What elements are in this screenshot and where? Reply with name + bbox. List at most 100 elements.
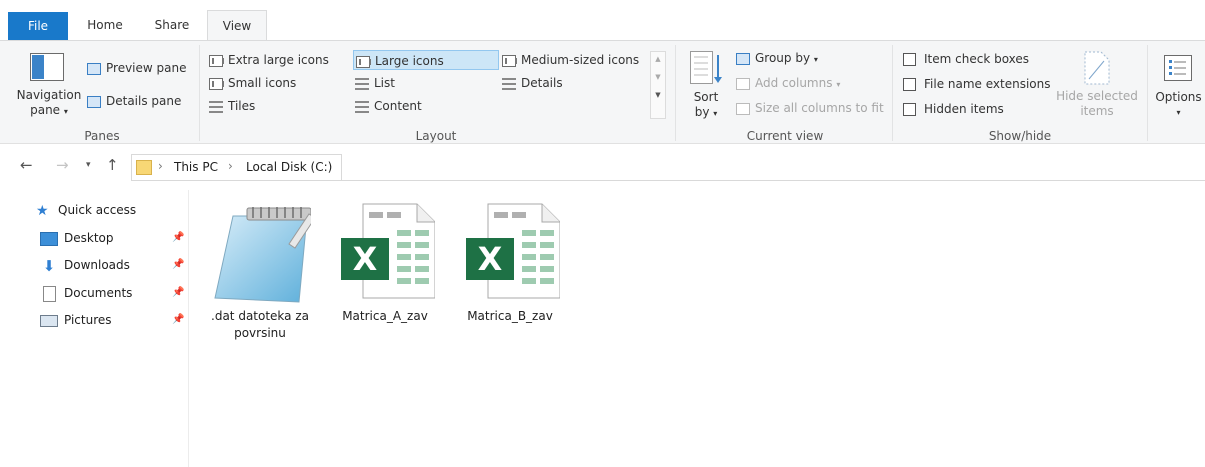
nav-item-documents[interactable]: Documents: [40, 281, 132, 305]
details-label: Details: [521, 76, 563, 90]
large-icons-icon: [356, 55, 371, 68]
quick-access-label: Quick access: [58, 203, 137, 217]
back-arrow-icon[interactable]: ←: [20, 156, 33, 174]
details-pane-icon: [87, 95, 101, 108]
layout-tiles[interactable]: Tiles: [207, 96, 255, 116]
tab-file[interactable]: File: [8, 12, 68, 40]
file-item[interactable]: X Matrica_A_zav: [330, 196, 440, 346]
ribbon-tab-bar: File Home Share View: [0, 0, 1205, 41]
details-pane-button[interactable]: Details pane: [87, 91, 181, 111]
file-name-line: .dat datoteka za: [211, 309, 309, 323]
details-view-icon: [502, 77, 516, 90]
hide-selected-label-2: items: [1080, 104, 1114, 118]
add-columns-icon: [736, 77, 750, 90]
layout-group-label: Layout: [415, 129, 457, 143]
add-columns-label: Add columns: [755, 76, 833, 90]
nav-item-pictures[interactable]: Pictures: [40, 308, 112, 332]
pictures-icon: [40, 314, 58, 327]
content-label: Content: [374, 99, 422, 113]
recent-locations-chevron-icon[interactable]: ▾: [86, 160, 91, 170]
file-name-extensions-toggle[interactable]: File name extensions: [903, 74, 1051, 94]
medium-icons-icon: [502, 54, 517, 67]
nav-item-desktop[interactable]: Desktop: [40, 226, 114, 250]
forward-arrow-icon[interactable]: →: [56, 156, 69, 174]
hidden-items-toggle[interactable]: Hidden items: [903, 99, 1004, 119]
file-name: Matrica_B_zav: [467, 309, 553, 323]
item-check-boxes-toggle[interactable]: Item check boxes: [903, 49, 1029, 69]
pin-icon[interactable]: 📌: [172, 287, 184, 298]
layout-gallery-scroller[interactable]: ▲ ▼ ▼: [650, 51, 666, 119]
tab-share[interactable]: Share: [146, 10, 198, 40]
group-by-button[interactable]: Group by ▾: [736, 48, 818, 68]
layout-list[interactable]: List: [355, 73, 395, 93]
gallery-expand-icon[interactable]: ▼: [651, 91, 665, 99]
file-name-extensions-checkbox[interactable]: [903, 78, 916, 91]
desktop-icon: [40, 231, 58, 246]
chevron-down-icon: ▾: [713, 109, 718, 118]
extra-large-icons-icon: [209, 54, 224, 67]
tab-home[interactable]: Home: [80, 10, 130, 40]
size-all-columns-button[interactable]: Size all columns to fit: [736, 98, 884, 118]
size-columns-icon: [736, 102, 750, 115]
layout-content[interactable]: Content: [355, 96, 422, 116]
address-bar-extension: [342, 154, 1205, 181]
scroll-up-icon[interactable]: ▲: [651, 55, 665, 63]
layout-extra-large-icons[interactable]: Extra large icons: [207, 50, 351, 70]
details-pane-label: Details pane: [106, 94, 182, 108]
breadcrumb-chevron-icon[interactable]: ›: [228, 159, 233, 173]
hide-selected-label: Hide selected: [1056, 89, 1138, 103]
hide-selected-items-button[interactable]: Hide selected items: [1054, 89, 1140, 121]
size-all-columns-label: Size all columns to fit: [755, 101, 884, 115]
download-arrow-icon: ⬇: [42, 256, 56, 275]
navigation-pane-label: Navigation: [16, 88, 82, 102]
show-hide-group-label: Show/hide: [988, 129, 1052, 143]
add-columns-button[interactable]: Add columns ▾: [736, 73, 840, 93]
group-separator: [675, 45, 676, 141]
preview-pane-icon: [87, 62, 101, 75]
address-bar-row: ← → ▾ ↑ › This PC › Local Disk (C:): [0, 146, 1205, 186]
item-check-boxes-checkbox[interactable]: [903, 53, 916, 66]
up-arrow-icon[interactable]: ↑: [106, 156, 119, 174]
breadcrumb-this-pc[interactable]: This PC: [174, 160, 218, 174]
star-icon: ★: [36, 202, 49, 219]
nav-quick-access[interactable]: ★ Quick access: [36, 198, 136, 222]
small-icons-icon: [209, 77, 224, 90]
document-icon: [43, 285, 56, 302]
options-button[interactable]: Options ▾: [1152, 90, 1205, 122]
group-by-icon: [736, 52, 750, 65]
sort-by-button[interactable]: Sort by ▾: [688, 90, 724, 122]
nav-item-downloads[interactable]: ⬇ Downloads: [40, 253, 130, 277]
layout-large-icons[interactable]: Large icons: [353, 50, 499, 70]
layout-details[interactable]: Details: [502, 73, 563, 93]
excel-icon: X: [335, 202, 436, 305]
file-item[interactable]: X Matrica_B_zav: [455, 196, 565, 346]
hidden-items-checkbox[interactable]: [903, 103, 916, 116]
breadcrumb-local-disk[interactable]: Local Disk (C:): [246, 160, 332, 174]
scroll-down-icon[interactable]: ▼: [651, 73, 665, 81]
tiles-label: Tiles: [228, 99, 256, 113]
options-icon: [1164, 55, 1192, 84]
excel-icon: X: [460, 202, 561, 305]
pin-icon[interactable]: 📌: [172, 314, 184, 325]
preview-pane-button[interactable]: Preview pane: [87, 58, 186, 78]
navigation-pane-button[interactable]: Navigation pane ▾: [16, 88, 82, 120]
breadcrumb-chevron-icon[interactable]: ›: [158, 159, 163, 173]
panes-group-label: Panes: [84, 129, 120, 143]
preview-pane-label: Preview pane: [106, 61, 187, 75]
layout-medium-icons[interactable]: Medium-sized icons: [500, 50, 648, 70]
sort-by-icon: [690, 51, 724, 88]
navigation-pane-icon: [30, 53, 64, 84]
pin-icon[interactable]: 📌: [172, 232, 184, 243]
chevron-down-icon: ▾: [63, 107, 68, 116]
nav-item-label: Documents: [64, 286, 133, 300]
address-input[interactable]: › This PC › Local Disk (C:): [131, 154, 342, 181]
hidden-items-label: Hidden items: [924, 102, 1004, 116]
folder-icon: [136, 160, 152, 175]
ribbon: Navigation pane ▾ Preview pane Details p…: [0, 40, 1205, 144]
nav-item-label: Downloads: [64, 258, 130, 272]
layout-small-icons[interactable]: Small icons: [207, 73, 296, 93]
tab-view[interactable]: View: [207, 10, 267, 41]
file-item[interactable]: .dat datoteka za povrsinu: [205, 196, 316, 346]
pin-icon[interactable]: 📌: [172, 259, 184, 270]
group-by-label: Group by: [755, 51, 811, 65]
